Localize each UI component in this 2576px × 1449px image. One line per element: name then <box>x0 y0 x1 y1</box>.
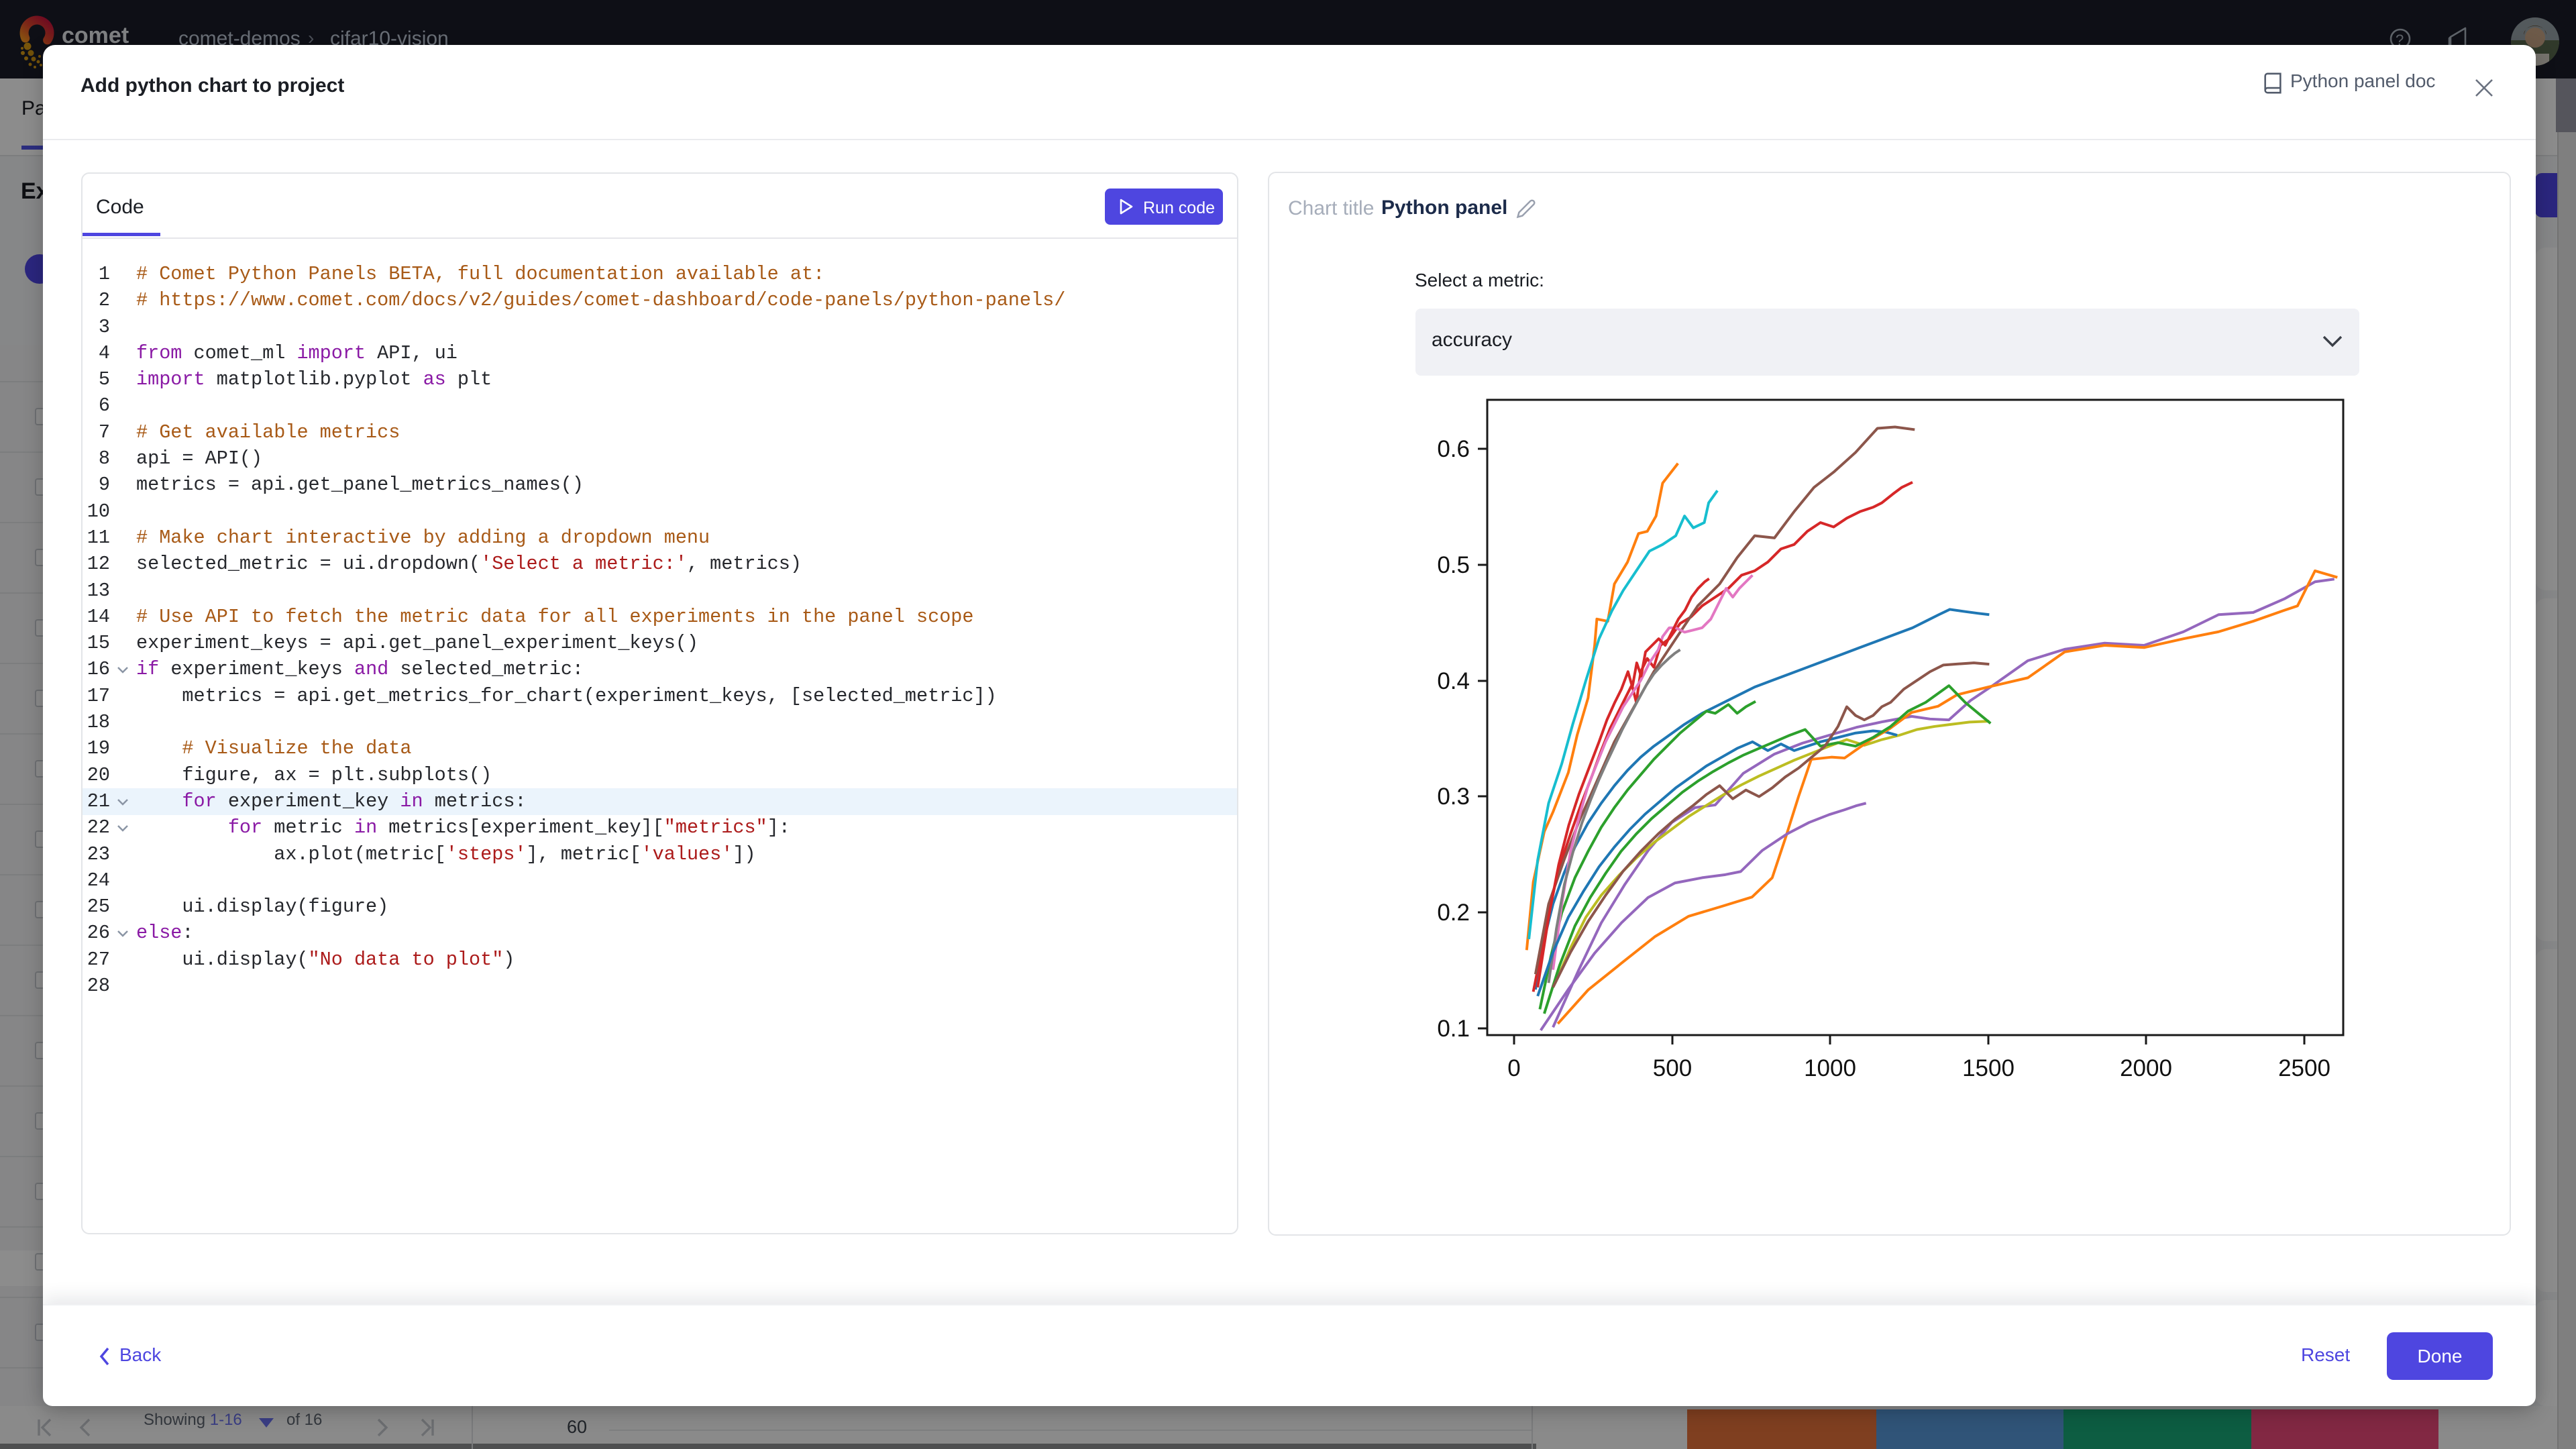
svg-text:1000: 1000 <box>1804 1055 1856 1081</box>
svg-text:500: 500 <box>1653 1055 1692 1081</box>
svg-text:0.5: 0.5 <box>1437 552 1470 578</box>
svg-text:0.3: 0.3 <box>1437 784 1470 810</box>
svg-text:0.4: 0.4 <box>1437 668 1470 694</box>
svg-text:2000: 2000 <box>2120 1055 2172 1081</box>
svg-text:0.6: 0.6 <box>1437 436 1470 462</box>
svg-text:1500: 1500 <box>1962 1055 2015 1081</box>
svg-text:0.1: 0.1 <box>1437 1016 1470 1042</box>
svg-text:0.2: 0.2 <box>1437 900 1470 926</box>
svg-text:0: 0 <box>1507 1055 1520 1081</box>
svg-text:2500: 2500 <box>2278 1055 2330 1081</box>
